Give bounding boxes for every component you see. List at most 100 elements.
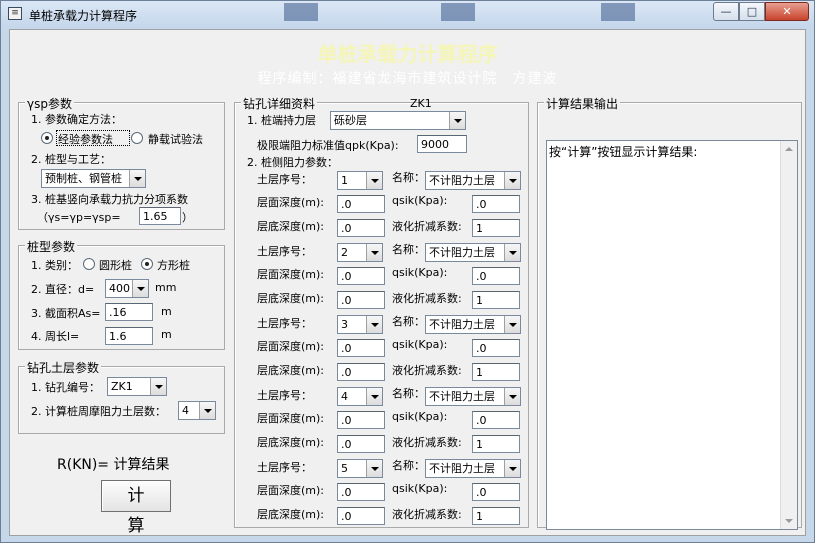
chevron-down-icon[interactable]	[449, 112, 465, 129]
close-button[interactable]: ✕	[765, 2, 809, 21]
qpk-input[interactable]	[417, 135, 467, 153]
diameter-label: 2. 直径：d=	[31, 283, 95, 296]
layer-top-input[interactable]	[337, 267, 385, 285]
bore-params-title: 钻孔土层参数	[25, 359, 102, 376]
bearing-layer-select[interactable]: 砾砂层	[330, 111, 466, 130]
minimize-button[interactable]: —	[713, 2, 739, 21]
layer-bottom-input[interactable]	[337, 435, 385, 453]
title-bar[interactable]: ≡ 单桩承载力计算程序 — □ ✕	[1, 1, 814, 27]
coef-input[interactable]	[139, 207, 181, 225]
chevron-down-icon[interactable]	[366, 460, 382, 477]
side-resistance-label: 2. 桩侧阻力参数：	[247, 156, 338, 169]
layer-name-select[interactable]: 不计阻力土层	[425, 315, 521, 334]
bore-no-label: 1. 钻孔编号：	[31, 381, 100, 394]
coef-label: 3. 桩基竖向承载力抗力分项系数	[31, 193, 188, 206]
layer-qsik-label: qsik(Kpa):	[392, 194, 448, 207]
layer-seq-select[interactable]: 2	[337, 243, 383, 262]
result-text: 按“计算”按钮显示计算结果:	[549, 145, 698, 159]
square-pile-label[interactable]: 方形桩	[157, 257, 190, 273]
chevron-down-icon[interactable]	[504, 388, 520, 405]
layer-count-value: 4	[182, 404, 189, 417]
layer-name-label: 名称：	[392, 243, 425, 256]
layer-count-select[interactable]: 4	[178, 401, 216, 420]
pile-params-title: 桩型参数	[25, 238, 78, 255]
scroll-down-icon[interactable]	[781, 513, 797, 529]
chevron-down-icon[interactable]	[366, 172, 382, 189]
layer-liq-input[interactable]	[472, 435, 520, 453]
maximize-button[interactable]: □	[739, 2, 765, 21]
layer-seq-select[interactable]: 5	[337, 459, 383, 478]
chevron-down-icon[interactable]	[504, 172, 520, 189]
layer-seq-select[interactable]: 1	[337, 171, 383, 190]
layer-liq-input[interactable]	[472, 507, 520, 525]
layer-name-select[interactable]: 不计阻力土层	[425, 387, 521, 406]
layer-seq-select[interactable]: 4	[337, 387, 383, 406]
qpk-label: 极限端阻力标准值qpk(Kpa):	[257, 139, 399, 152]
round-pile-label[interactable]: 圆形桩	[99, 257, 132, 273]
layer-seq-label: 土层序号：	[257, 173, 312, 186]
layer-name-select[interactable]: 不计阻力土层	[425, 459, 521, 478]
layer-qsik-input[interactable]	[472, 195, 520, 213]
layer-bottom-label: 层底深度(m):	[257, 220, 325, 233]
layer-top-label: 层面深度(m):	[257, 196, 325, 209]
vertical-scrollbar[interactable]	[780, 141, 797, 529]
layer-bottom-input[interactable]	[337, 219, 385, 237]
area-input[interactable]	[105, 303, 153, 321]
output-title: 计算结果输出	[544, 95, 621, 112]
chevron-down-icon[interactable]	[366, 388, 382, 405]
layer-liq-input[interactable]	[472, 291, 520, 309]
method-label: 1. 参数确定方法：	[31, 113, 122, 126]
layer-name-select[interactable]: 不计阻力土层	[425, 171, 521, 190]
chevron-down-icon[interactable]	[132, 280, 148, 297]
layer-bottom-input[interactable]	[337, 291, 385, 309]
scroll-up-icon[interactable]	[781, 141, 797, 157]
layer-seq-value: 3	[341, 318, 348, 331]
empirical-radio[interactable]	[41, 132, 53, 144]
chevron-down-icon[interactable]	[504, 460, 520, 477]
titlebar-decoration	[441, 3, 475, 21]
layer-qsik-input[interactable]	[472, 483, 520, 501]
chevron-down-icon[interactable]	[504, 244, 520, 261]
layer-name-select[interactable]: 不计阻力土层	[425, 243, 521, 262]
layer-top-input[interactable]	[337, 339, 385, 357]
result-textarea[interactable]: 按“计算”按钮显示计算结果:	[546, 140, 798, 530]
chevron-down-icon[interactable]	[129, 170, 145, 187]
chevron-down-icon[interactable]	[366, 316, 382, 333]
layer-qsik-input[interactable]	[472, 267, 520, 285]
layer-bottom-label: 层底深度(m):	[257, 364, 325, 377]
layer-top-input[interactable]	[337, 411, 385, 429]
layer-liq-input[interactable]	[472, 363, 520, 381]
layer-top-input[interactable]	[337, 483, 385, 501]
round-pile-radio[interactable]	[83, 258, 95, 270]
layer-qsik-input[interactable]	[472, 411, 520, 429]
pile-type-select[interactable]: 预制桩、钢管桩	[41, 169, 146, 188]
chevron-down-icon[interactable]	[504, 316, 520, 333]
static-test-radio[interactable]	[131, 132, 143, 144]
chevron-down-icon[interactable]	[150, 378, 166, 395]
pile-type-value: 预制桩、钢管桩	[45, 172, 122, 185]
bore-no-select[interactable]: ZK1	[107, 377, 167, 396]
perimeter-input[interactable]	[105, 327, 153, 345]
calculate-button[interactable]: 计 算	[101, 480, 171, 536]
pile-type-label: 2. 桩型与工艺：	[31, 153, 111, 166]
app-icon: ≡	[8, 7, 22, 20]
diameter-select[interactable]: 400	[105, 279, 149, 298]
layer-liq-input[interactable]	[472, 219, 520, 237]
layer-top-input[interactable]	[337, 195, 385, 213]
square-pile-radio[interactable]	[141, 258, 153, 270]
layer-seq-value: 1	[341, 174, 348, 187]
chevron-down-icon[interactable]	[199, 402, 215, 419]
layer-bottom-input[interactable]	[337, 507, 385, 525]
layer-seq-value: 4	[341, 390, 348, 403]
layer-seq-select[interactable]: 3	[337, 315, 383, 334]
layer-bottom-input[interactable]	[337, 363, 385, 381]
result-label: R(KN)= 计算结果	[57, 457, 170, 473]
empirical-label[interactable]: 经验参数法	[58, 131, 113, 147]
layer-liq-label: 液化折减系数:	[392, 292, 462, 305]
layer-qsik-input[interactable]	[472, 339, 520, 357]
layer-seq-label: 土层序号：	[257, 461, 312, 474]
area-label: 3. 截面积As=	[31, 307, 101, 320]
static-test-label[interactable]: 静载试验法	[148, 131, 203, 147]
chevron-down-icon[interactable]	[366, 244, 382, 261]
layer-qsik-label: qsik(Kpa):	[392, 410, 448, 423]
